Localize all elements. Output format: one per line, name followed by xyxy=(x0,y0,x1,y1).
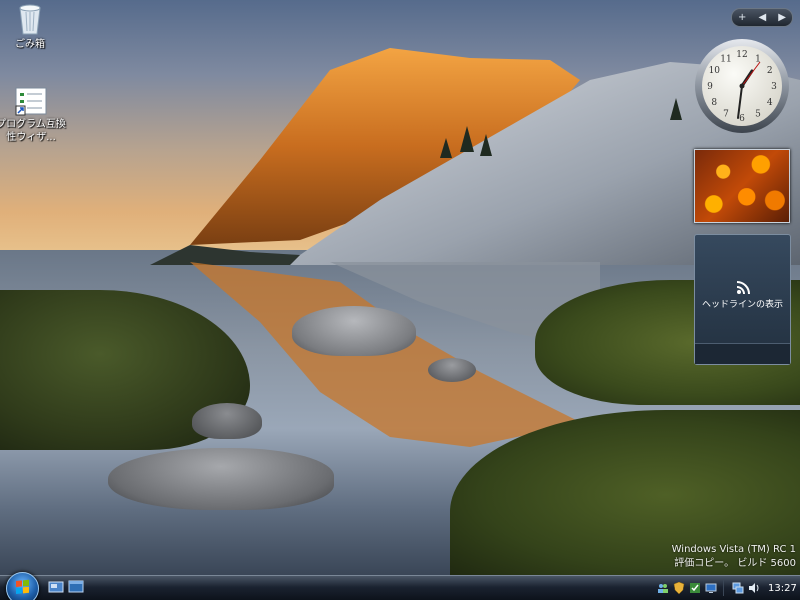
start-button[interactable] xyxy=(6,572,39,600)
display-icon[interactable] xyxy=(705,582,717,594)
windows-logo-icon xyxy=(16,579,29,595)
program-compatibility-wizard-icon xyxy=(15,87,47,116)
view-headlines-label[interactable]: ヘッドラインの表示 xyxy=(695,297,790,310)
clock-number: 8 xyxy=(711,98,717,108)
clock-number: 12 xyxy=(736,50,747,60)
recycle-bin-icon xyxy=(19,4,41,35)
feed-headlines-gadget[interactable]: ヘッドラインの表示 xyxy=(694,234,791,365)
clock-number: 5 xyxy=(755,110,761,120)
next-page-button[interactable]: ▶ xyxy=(778,12,786,23)
clock-number: 11 xyxy=(720,54,731,64)
volume-icon[interactable] xyxy=(748,582,760,594)
clock-number: 3 xyxy=(771,82,777,92)
add-gadget-button[interactable]: + xyxy=(738,12,746,23)
watermark-build-line: 評価コピー。 ビルド 5600 xyxy=(674,558,796,569)
desktop-icon-label: ごみ箱 xyxy=(15,39,45,50)
desktop-icon-compatibility-wizard[interactable]: プログラム互換性ウィザ... xyxy=(0,86,66,144)
slideshow-gadget[interactable] xyxy=(694,149,790,223)
previous-page-button[interactable]: ◀ xyxy=(758,12,766,23)
wallpaper-rock xyxy=(292,306,416,356)
clock-gadget[interactable]: 12 1234567891011 xyxy=(694,38,790,134)
clock-number: 6 xyxy=(739,114,745,124)
desktop: ごみ箱 プログラム互換性ウィザ... + ◀ ▶ 12 1 2 3 4 5 6 … xyxy=(0,0,800,600)
network-icon[interactable] xyxy=(732,582,744,594)
system-tray: 13:27 xyxy=(655,576,800,600)
clock-number: 9 xyxy=(707,82,713,92)
taskbar-clock[interactable]: 13:27 xyxy=(768,583,797,594)
feed-gadget-footer xyxy=(695,343,790,364)
sidebar-controls: + ◀ ▶ xyxy=(731,8,793,27)
tray-separator xyxy=(723,580,724,596)
switch-windows-icon[interactable] xyxy=(68,579,84,595)
quick-launch-bar xyxy=(48,579,84,595)
os-version-watermark: Windows Vista (TM) RC 1 評価コピー。 ビルド 5600 xyxy=(672,543,796,571)
defender-icon[interactable] xyxy=(689,582,701,594)
users-icon[interactable] xyxy=(657,582,669,594)
desktop-icon-label: プログラム互換性ウィザ... xyxy=(0,119,66,143)
wallpaper-rock xyxy=(192,403,262,439)
clock-number: 2 xyxy=(767,66,773,76)
wallpaper-rock xyxy=(428,358,476,382)
clock-number: 10 xyxy=(709,66,721,76)
desktop-icon-recycle-bin[interactable]: ごみ箱 xyxy=(0,2,65,51)
clock-number: 7 xyxy=(723,110,729,120)
clock-number: 4 xyxy=(767,98,773,108)
watermark-version-line: Windows Vista (TM) RC 1 xyxy=(671,544,796,555)
show-desktop-icon[interactable] xyxy=(48,579,64,595)
rss-feed-icon xyxy=(736,281,750,295)
security-shield-icon[interactable] xyxy=(673,582,685,594)
wallpaper-rock xyxy=(108,448,334,510)
